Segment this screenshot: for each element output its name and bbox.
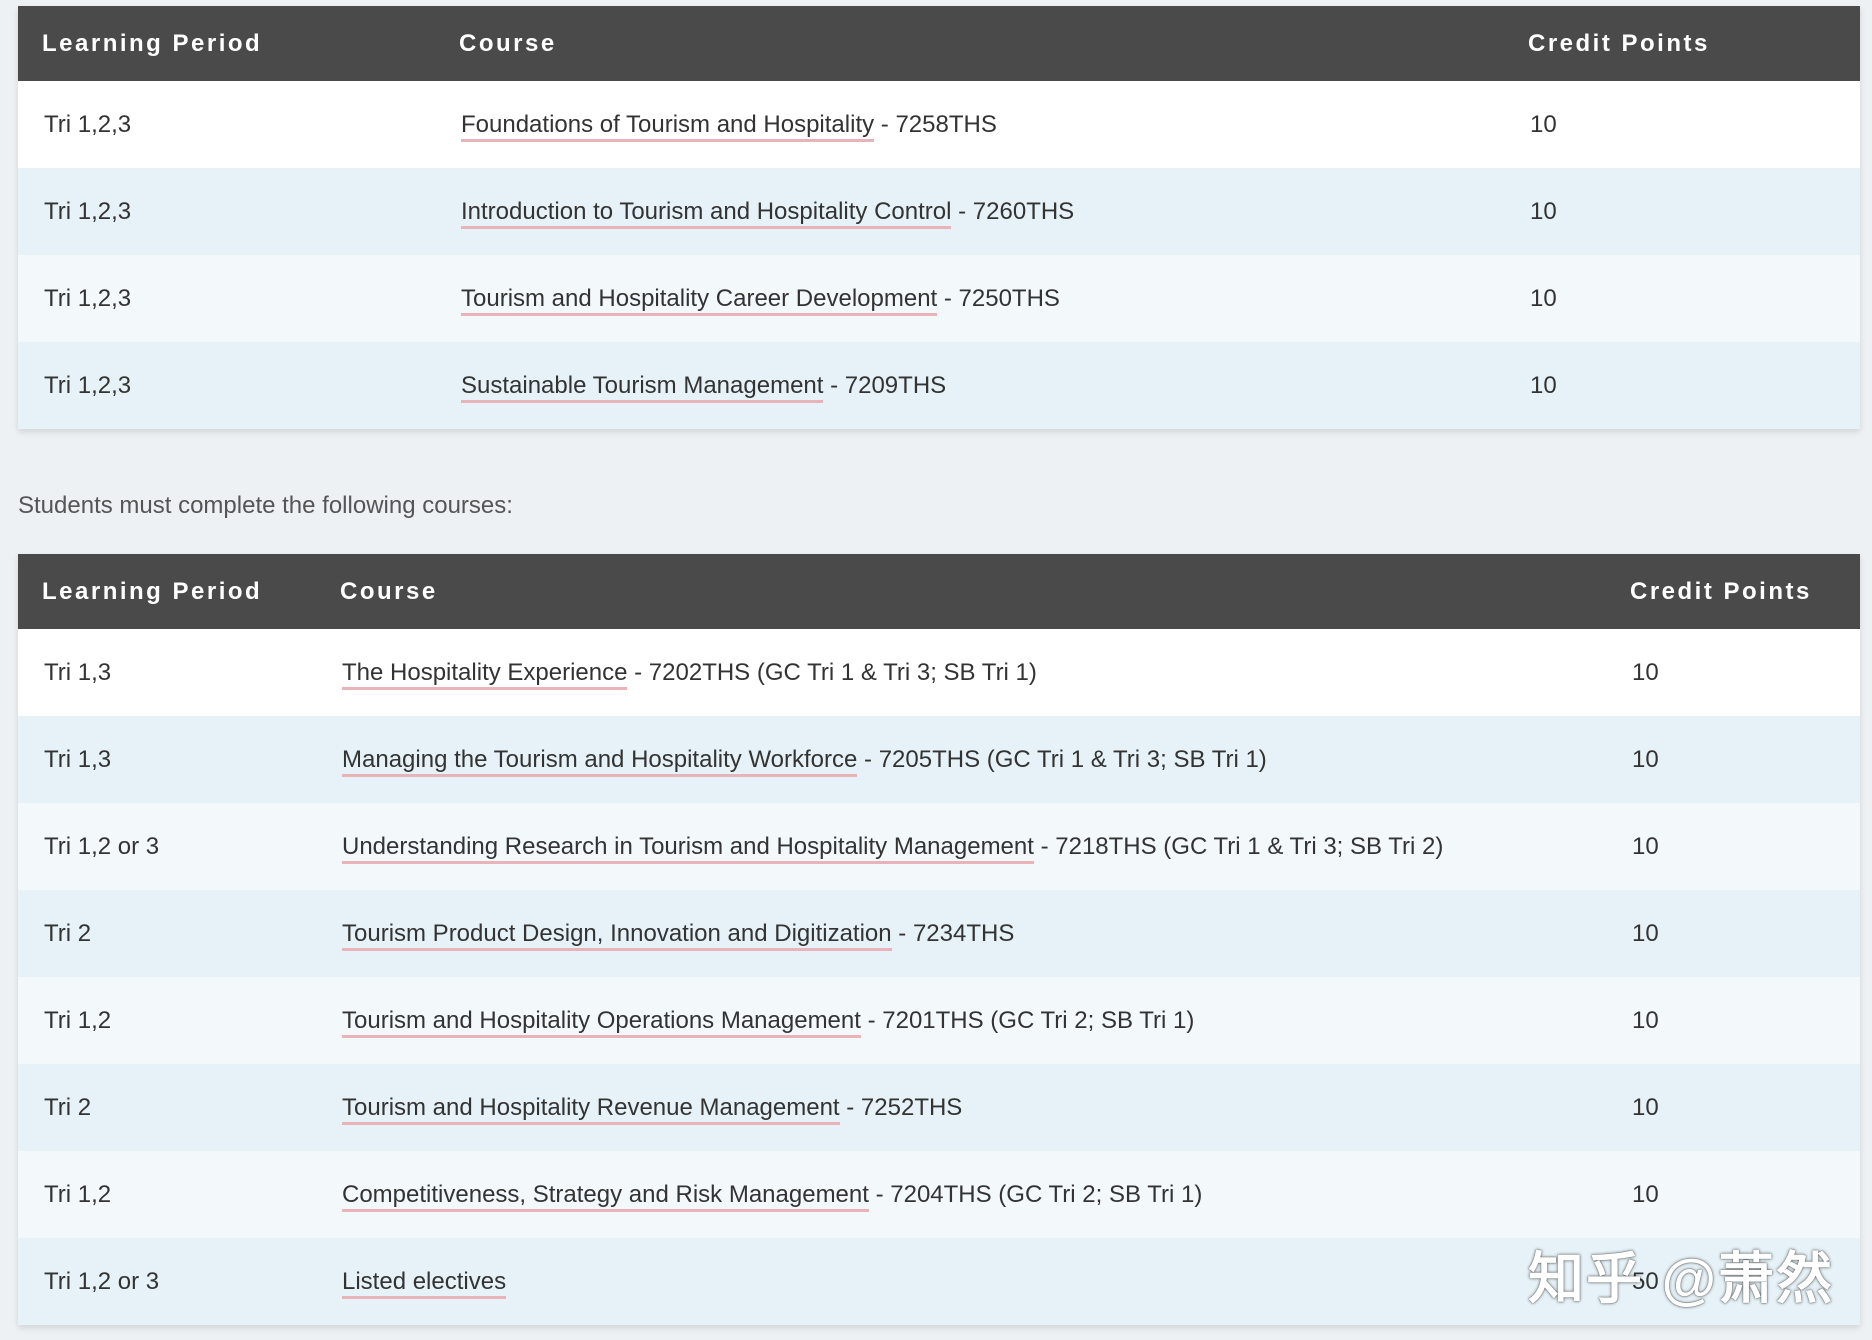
course-link[interactable]: Understanding Research in Tourism and Ho… xyxy=(342,832,1034,864)
period-cell: Tri 1,2,3 xyxy=(18,168,435,255)
table-row: Tri 1,3 Managing the Tourism and Hospita… xyxy=(18,716,1860,803)
table-row: Tri 1,2 or 3 Understanding Research in T… xyxy=(18,803,1860,890)
credits-cell: 50 xyxy=(1606,1238,1860,1325)
course-link[interactable]: Introduction to Tourism and Hospitality … xyxy=(461,197,952,229)
period-cell: Tri 1,2,3 xyxy=(18,342,435,429)
period-cell: Tri 1,3 xyxy=(18,716,316,803)
period-cell: Tri 2 xyxy=(18,1064,316,1151)
period-cell: Tri 1,2 xyxy=(18,1151,316,1238)
credits-cell: 10 xyxy=(1606,716,1860,803)
course-cell: Listed electives xyxy=(316,1238,1606,1325)
course-code: - 7250THS xyxy=(937,284,1060,312)
period-cell: Tri 1,2,3 xyxy=(18,81,435,168)
course-cell: Managing the Tourism and Hospitality Wor… xyxy=(316,716,1606,803)
course-cell: Introduction to Tourism and Hospitality … xyxy=(435,168,1504,255)
table-row: Tri 1,2,3 Tourism and Hospitality Career… xyxy=(18,255,1860,342)
credits-cell: 10 xyxy=(1606,803,1860,890)
course-code: - 7209THS xyxy=(823,371,947,399)
table-row: Tri 1,2,3 Sustainable Tourism Management… xyxy=(18,342,1860,429)
credits-cell: 10 xyxy=(1606,1151,1860,1238)
header-learning-period: Learning Period xyxy=(18,6,435,81)
course-link[interactable]: Competitiveness, Strategy and Risk Manag… xyxy=(342,1180,869,1212)
header-course: Course xyxy=(316,554,1606,629)
table-header-row: Learning Period Course Credit Points xyxy=(18,554,1860,629)
course-cell: Foundations of Tourism and Hospitality -… xyxy=(435,81,1504,168)
course-link[interactable]: Tourism and Hospitality Revenue Manageme… xyxy=(342,1093,840,1125)
table-row: Tri 1,2 or 3 Listed electives 50 xyxy=(18,1238,1860,1325)
table-row: Tri 1,2,3 Introduction to Tourism and Ho… xyxy=(18,168,1860,255)
table-row: Tri 2 Tourism Product Design, Innovation… xyxy=(18,890,1860,977)
course-code: - 7258THS xyxy=(874,110,997,138)
course-link[interactable]: Foundations of Tourism and Hospitality xyxy=(461,110,875,142)
credits-cell: 10 xyxy=(1504,255,1860,342)
course-code: - 7234THS xyxy=(891,919,1015,947)
credits-cell: 10 xyxy=(1606,977,1860,1064)
period-cell: Tri 1,2 or 3 xyxy=(18,803,316,890)
period-cell: Tri 1,2 xyxy=(18,977,316,1064)
course-cell: Tourism and Hospitality Revenue Manageme… xyxy=(316,1064,1606,1151)
course-link[interactable]: Tourism and Hospitality Career Developme… xyxy=(461,284,938,316)
course-code: - 7260THS xyxy=(951,197,1075,225)
table-row: Tri 2 Tourism and Hospitality Revenue Ma… xyxy=(18,1064,1860,1151)
table-row: Tri 1,3 The Hospitality Experience - 720… xyxy=(18,629,1860,716)
header-learning-period: Learning Period xyxy=(18,554,316,629)
course-cell: Competitiveness, Strategy and Risk Manag… xyxy=(316,1151,1606,1238)
course-code: - 7201THS (GC Tri 2; SB Tri 1) xyxy=(860,1006,1195,1034)
period-cell: Tri 1,3 xyxy=(18,629,316,716)
course-cell: Sustainable Tourism Management - 7209THS xyxy=(435,342,1504,429)
header-credit-points: Credit Points xyxy=(1504,6,1860,81)
course-cell: Tourism and Hospitality Career Developme… xyxy=(435,255,1504,342)
course-code: - 7205THS (GC Tri 1 & Tri 3; SB Tri 1) xyxy=(857,745,1267,773)
course-code: - 7202THS (GC Tri 1 & Tri 3; SB Tri 1) xyxy=(627,658,1037,686)
table-header-row: Learning Period Course Credit Points xyxy=(18,6,1860,81)
period-cell: Tri 1,2,3 xyxy=(18,255,435,342)
credits-cell: 10 xyxy=(1504,168,1860,255)
course-cell: The Hospitality Experience - 7202THS (GC… xyxy=(316,629,1606,716)
course-cell: Understanding Research in Tourism and Ho… xyxy=(316,803,1606,890)
header-course: Course xyxy=(435,6,1504,81)
credits-cell: 10 xyxy=(1504,342,1860,429)
credits-cell: 10 xyxy=(1606,629,1860,716)
credits-cell: 10 xyxy=(1606,890,1860,977)
course-cell: Tourism and Hospitality Operations Manag… xyxy=(316,977,1606,1064)
course-link[interactable]: Tourism Product Design, Innovation and D… xyxy=(342,919,892,951)
course-code: - 7252THS xyxy=(839,1093,963,1121)
intro-text: Students must complete the following cou… xyxy=(18,492,513,519)
required-courses-table: Learning Period Course Credit Points Tri… xyxy=(18,554,1860,1325)
course-link[interactable]: Listed electives xyxy=(342,1267,507,1299)
course-code: - 7218THS (GC Tri 1 & Tri 3; SB Tri 2) xyxy=(1033,832,1444,860)
period-cell: Tri 2 xyxy=(18,890,316,977)
period-cell: Tri 1,2 or 3 xyxy=(18,1238,316,1325)
table-row: Tri 1,2,3 Foundations of Tourism and Hos… xyxy=(18,81,1860,168)
course-link[interactable]: Tourism and Hospitality Operations Manag… xyxy=(342,1006,861,1038)
table-row: Tri 1,2 Competitiveness, Strategy and Ri… xyxy=(18,1151,1860,1238)
credits-cell: 10 xyxy=(1606,1064,1860,1151)
credits-cell: 10 xyxy=(1504,81,1860,168)
table-row: Tri 1,2 Tourism and Hospitality Operatio… xyxy=(18,977,1860,1064)
core-courses-table: Learning Period Course Credit Points Tri… xyxy=(18,6,1860,429)
course-code: - 7204THS (GC Tri 2; SB Tri 1) xyxy=(868,1180,1203,1208)
course-link[interactable]: Sustainable Tourism Management xyxy=(461,371,824,403)
course-link[interactable]: Managing the Tourism and Hospitality Wor… xyxy=(342,745,858,777)
course-link[interactable]: The Hospitality Experience xyxy=(342,658,628,690)
header-credit-points: Credit Points xyxy=(1606,554,1860,629)
course-cell: Tourism Product Design, Innovation and D… xyxy=(316,890,1606,977)
